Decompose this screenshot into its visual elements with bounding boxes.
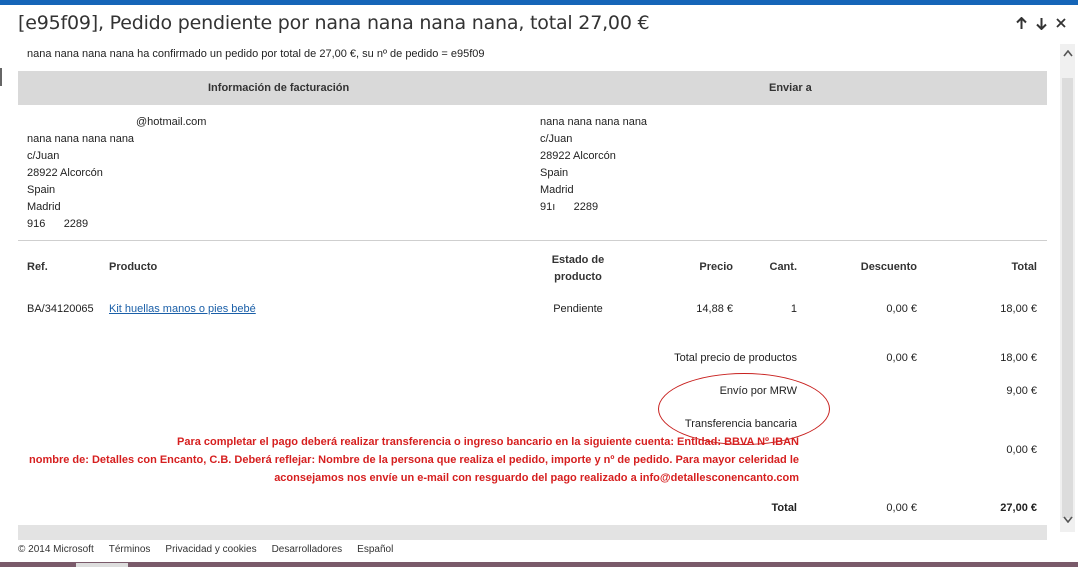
arrow-down-icon [1035,17,1047,30]
message-title: [e95f09], Pedido pendiente por nana nana… [18,12,650,34]
scroll-down-button[interactable] [1060,512,1075,526]
arrow-up-icon [1015,16,1027,29]
column-status-line1: Estado de [551,254,605,266]
item-total: 18,00 € [1000,303,1037,315]
grand-total-label: Total [771,502,797,514]
payment-instructions-line3: aconsejamos nos envíe un e-mail con resg… [274,472,799,484]
left-edge-marker [0,68,2,86]
address-header-band: Información de facturación Enviar a [18,71,1047,105]
chevron-up-icon [1062,49,1073,56]
payment-instructions-line2: nombre de: Detalles con Encanto, C.B. De… [29,454,799,466]
footer-developers-link[interactable]: Desarrolladores [272,544,343,555]
footer-terms-link[interactable]: Términos [109,544,151,555]
confirmation-text: nana nana nana nana ha confirmado un ped… [27,48,485,60]
payment-instructions: Para completar el pago deberá realizar t… [18,433,799,487]
close-icon [1056,18,1066,28]
divider [18,240,1047,241]
products-total: 18,00 € [1000,352,1037,364]
footer-privacy-link[interactable]: Privacidad y cookies [165,544,256,555]
billing-city: 28922 Alcorcón [27,167,103,179]
message-navigation [1014,14,1068,32]
item-qty: 1 [790,303,797,315]
billing-phone: 916 2289 [27,218,89,230]
billing-region: Madrid [27,201,61,213]
billing-street: c/Juan [27,150,60,162]
products-total-label: Total precio de productos [674,352,797,364]
scroll-up-button[interactable] [1060,46,1075,60]
bottom-band [18,525,1047,540]
shipping-phone: 91ı 2289 [540,201,599,213]
column-total: Total [1011,261,1037,273]
shipping-region: Madrid [540,184,574,196]
billing-email: @hotmail.com [136,116,207,128]
taskbar-tab[interactable] [76,563,128,567]
next-message-button[interactable] [1034,14,1048,32]
shipping-total: 9,00 € [1006,385,1037,397]
shipping-country: Spain [540,167,569,179]
item-price: 14,88 € [696,303,733,315]
products-discount: 0,00 € [886,352,917,364]
close-button[interactable] [1054,14,1068,32]
grand-total: 27,00 € [1000,502,1037,514]
column-price: Precio [699,261,733,273]
scrollbar-thumb[interactable] [1062,78,1073,518]
column-discount: Descuento [860,261,917,273]
accent-bar [0,0,1078,5]
column-status: Estado de producto [537,252,619,286]
billing-name: nana nana nana nana [27,133,135,145]
column-qty: Cant. [769,261,798,273]
item-ref: BA/34120065 [27,303,94,315]
shipping-city: 28922 Alcorcón [540,150,616,162]
product-link[interactable]: Kit huellas manos o pies bebé [109,303,256,315]
shipping-name: nana nana nana nana [540,116,648,128]
footer-copyright: © 2014 Microsoft [18,544,94,555]
previous-message-button[interactable] [1014,14,1028,32]
payment-instructions-line1: Para completar el pago deberá realizar t… [176,436,799,448]
billing-address: @hotmail.com nana nana nana nana c/Juan … [27,114,206,233]
footer: © 2014 Microsoft Términos Privacidad y c… [18,544,393,555]
payment-total: 0,00 € [1006,444,1037,456]
chevron-down-icon [1062,516,1073,523]
shipping-street: c/Juan [540,133,573,145]
column-ref: Ref. [27,261,48,273]
billing-header: Información de facturación [208,82,350,94]
billing-country: Spain [27,184,56,196]
message-body: nana nana nana nana ha confirmado un ped… [18,44,1047,540]
vertical-scrollbar[interactable] [1060,44,1075,532]
item-discount: 0,00 € [886,303,917,315]
column-status-line2: producto [554,271,602,283]
taskbar-strip [0,562,1078,567]
item-status: Pendiente [553,303,603,315]
shipping-header: Enviar a [769,82,812,94]
column-product: Producto [109,261,158,273]
footer-language-link[interactable]: Español [357,544,393,555]
shipping-address: nana nana nana nana c/Juan 28922 Alcorcó… [540,114,647,216]
grand-total-discount: 0,00 € [886,502,917,514]
